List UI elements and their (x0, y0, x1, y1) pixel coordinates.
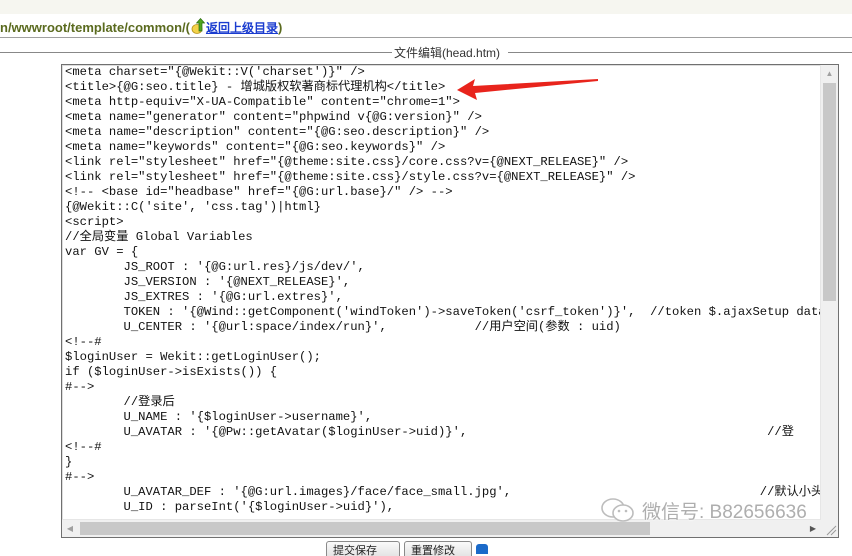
scroll-right-icon[interactable]: ▶ (805, 520, 821, 537)
code-line: <script> (65, 215, 124, 229)
resize-grip-icon[interactable] (821, 520, 838, 537)
action-buttons: 提交保存 重置修改 (326, 541, 488, 556)
submit-save-button[interactable]: 提交保存 (326, 541, 400, 556)
code-line: #--> (65, 380, 95, 394)
code-line: <meta name="keywords" content="{@G:seo.k… (65, 140, 446, 154)
code-line: if ($loginUser->isExists()) { (65, 365, 278, 379)
code-line: <!--# (65, 335, 102, 349)
code-line: {@Wekit::C('site', 'css.tag')|html} (65, 200, 321, 214)
code-line: var GV = { (65, 245, 139, 259)
open-paren: ( (185, 19, 190, 35)
code-editor-textarea[interactable]: <meta charset="{@Wekit::V('charset')}" /… (61, 64, 839, 538)
code-line: U_AVATAR : '{@Pw::getAvatar($loginUser->… (65, 425, 794, 439)
path-divider (0, 37, 852, 38)
help-icon[interactable] (476, 544, 488, 554)
code-line: <link rel="stylesheet" href="{@theme:sit… (65, 170, 636, 184)
code-line: JS_ROOT : '{@G:url.res}/js/dev/', (65, 260, 365, 274)
fieldset-border-left (0, 52, 392, 53)
code-line: U_ID : parseInt('{$loginUser->uid}'), (65, 500, 395, 514)
code-line: <meta charset="{@Wekit::V('charset')}" /… (65, 65, 365, 79)
scroll-up-icon[interactable]: ▲ (821, 65, 838, 82)
code-line: <meta name="generator" content="phpwind … (65, 110, 482, 124)
code-line: #--> (65, 470, 95, 484)
current-path: n/wwwroot/template/common/ (0, 19, 186, 35)
scroll-left-icon[interactable]: ◀ (62, 520, 78, 537)
code-line: U_CENTER : '{@url:space/index/run}', //用… (65, 320, 621, 334)
horizontal-scrollbar[interactable]: ◀ ▶ (62, 519, 821, 537)
close-paren: ) (277, 19, 283, 35)
code-line: //登录后 (65, 395, 175, 409)
top-strip (0, 0, 852, 14)
file-edit-legend: 文件编辑(head.htm) (392, 44, 503, 61)
code-line: <!--# (65, 440, 102, 454)
code-line: <link rel="stylesheet" href="{@theme:sit… (65, 155, 629, 169)
fieldset-border-right (508, 52, 852, 53)
code-line: <meta name="description" content="{@G:se… (65, 125, 490, 139)
code-content[interactable]: <meta charset="{@Wekit::V('charset')}" /… (65, 65, 820, 519)
vertical-scroll-thumb[interactable] (823, 83, 836, 301)
code-line: <title>{@G:seo.title} - 增城版权软著商标代理机构</ti… (65, 80, 446, 94)
code-line: U_AVATAR_DEF : '{@G:url.images}/face/fac… (65, 485, 821, 499)
code-line: JS_VERSION : '{@NEXT_RELEASE}', (65, 275, 351, 289)
code-line: $loginUser = Wekit::getLoginUser(); (65, 350, 321, 364)
code-line: TOKEN : '{@Wind::getComponent('windToken… (65, 305, 821, 319)
vertical-scrollbar[interactable]: ▲ (820, 65, 838, 520)
code-line: <!-- <base id="headbase" href="{@G:url.b… (65, 185, 453, 199)
horizontal-scroll-thumb[interactable] (80, 522, 650, 535)
code-line: JS_EXTRES : '{@G:url.extres}', (65, 290, 343, 304)
code-line: <meta http-equiv="X-UA-Compatible" conte… (65, 95, 460, 109)
code-line: U_NAME : '{$loginUser->username}', (65, 410, 373, 424)
parent-directory-link[interactable]: 返回上级目录 (206, 19, 278, 36)
reset-button[interactable]: 重置修改 (404, 541, 472, 556)
code-line: } (65, 455, 73, 469)
code-line: //全局变量 Global Variables (65, 230, 253, 244)
folder-up-icon[interactable] (191, 17, 206, 34)
path-bar: n/wwwroot/template/common/ ( 返回上级目录 ) (0, 16, 282, 38)
